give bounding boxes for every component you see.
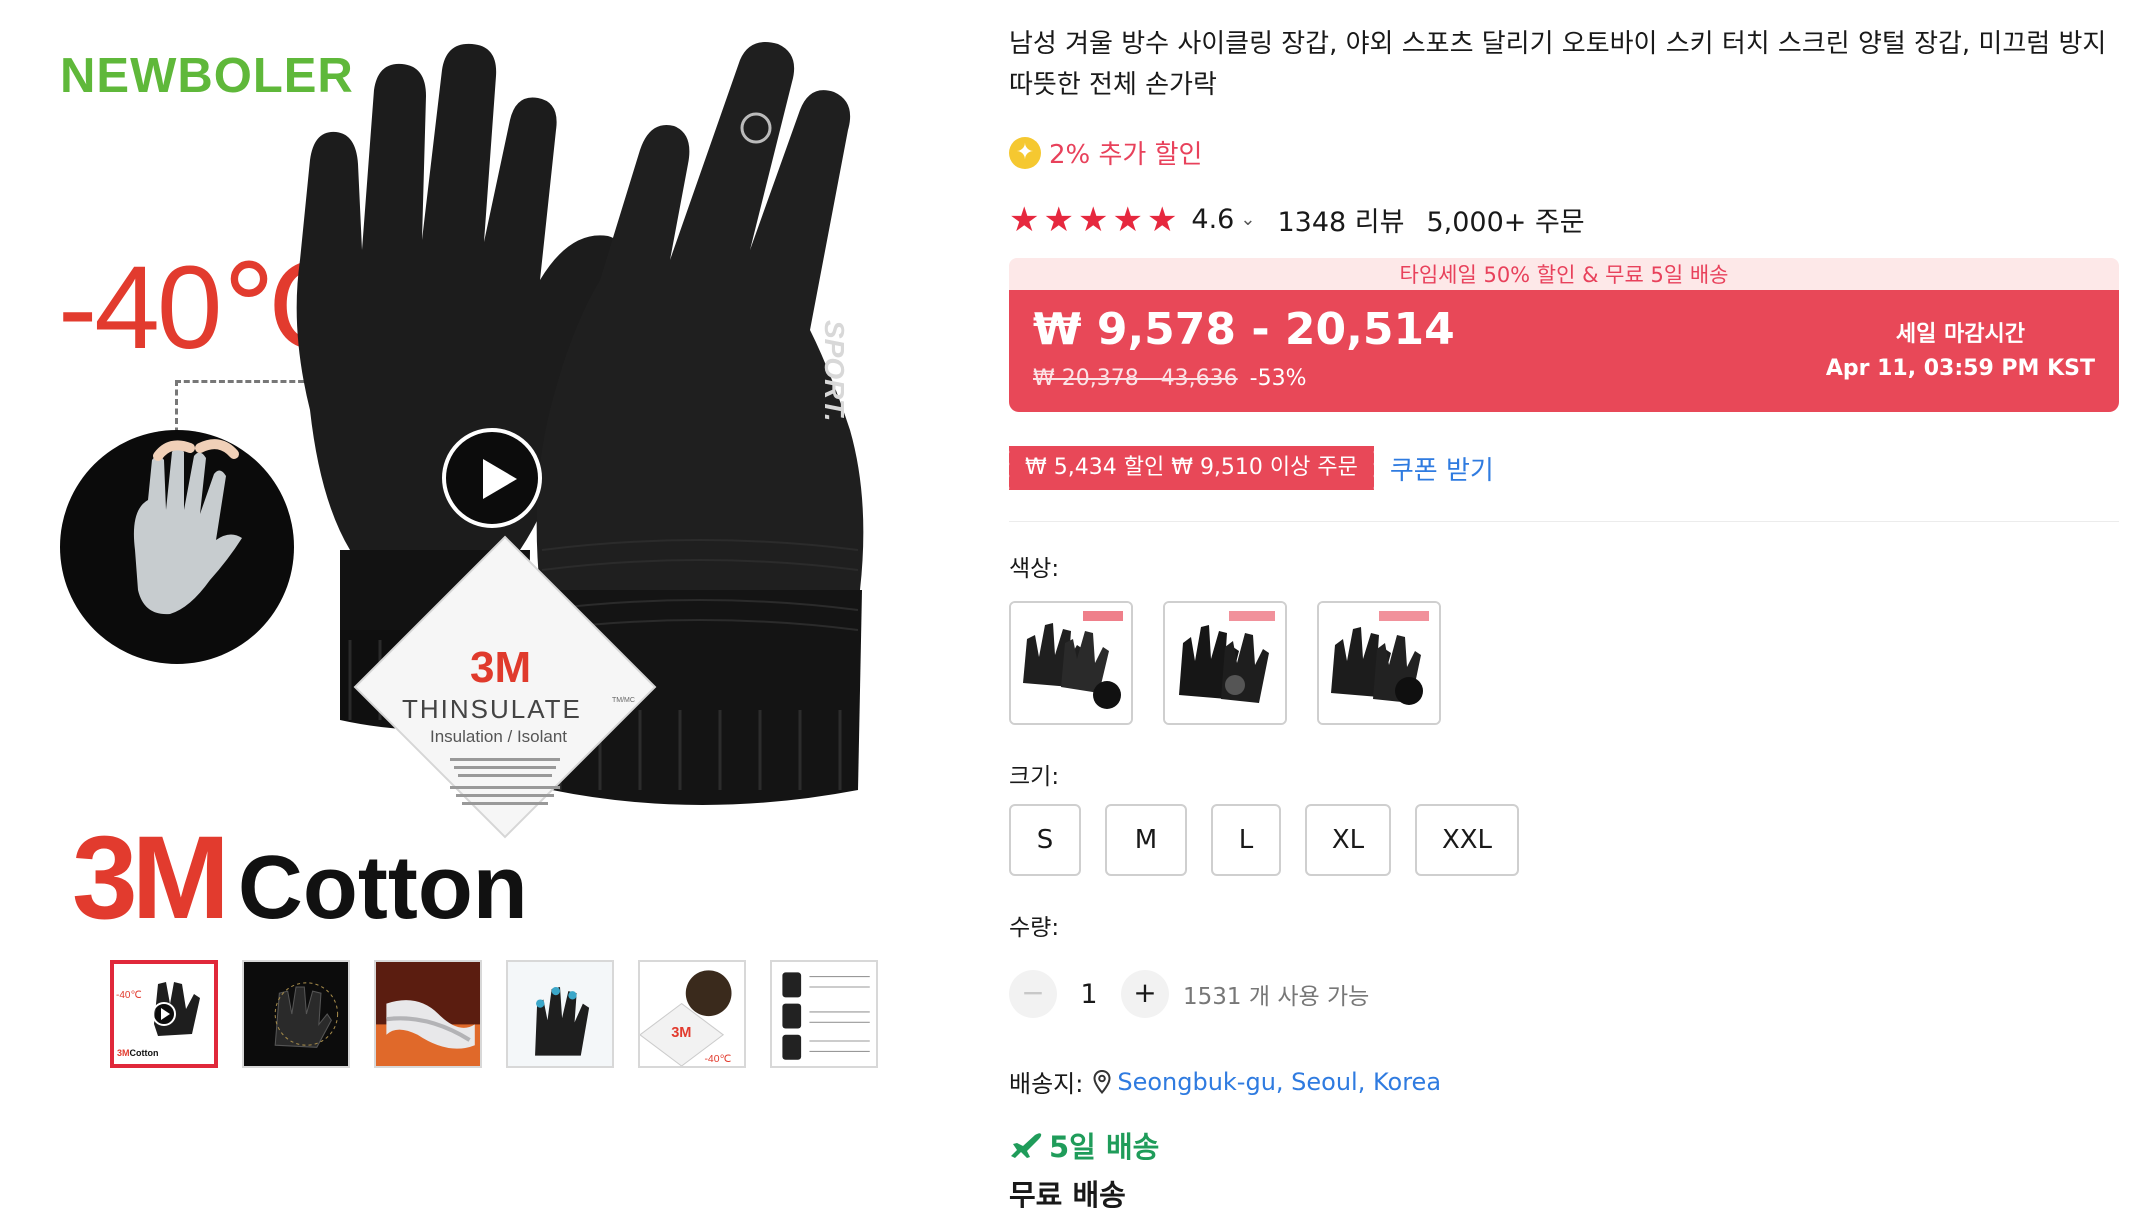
product-gallery: NEWBOLER -40℃ SPORT. 3M THINSULATE TM/MC…	[0, 0, 990, 1214]
caption-3m: 3M	[72, 812, 230, 944]
color-options	[1009, 601, 1441, 725]
size-options: S M L XL XXL	[1009, 804, 1519, 876]
star-icon: ★	[1112, 199, 1143, 240]
3m-hangtag: 3M THINSULATE TM/MC Insulation / Isolant	[353, 535, 657, 839]
sale-deadline: 세일 마감시간 Apr 11, 03:59 PM KST	[1826, 318, 2095, 386]
color-option-2[interactable]	[1163, 601, 1287, 725]
extra-discount[interactable]: ✦ 2% 추가 할인	[1009, 134, 1202, 171]
thumbnail-strip: -40℃ 3MCotton 3M -40℃	[110, 960, 878, 1068]
star-icon: ★	[1009, 199, 1040, 240]
original-price: ₩ 20,378 - 43,636	[1033, 366, 1238, 391]
rating-row: ★ ★ ★ ★ ★ 4.6 ⌄ 1348 리뷰 5,000+ 주문	[1009, 200, 1585, 239]
size-label: 크기:	[1009, 764, 1060, 790]
hangtag-product: THINSULATE	[402, 694, 582, 724]
size-option-xxl[interactable]: XXL	[1415, 804, 1519, 876]
caption-cotton: Cotton	[237, 838, 528, 938]
product-caption: 3M Cotton	[72, 810, 528, 946]
size-option-s[interactable]: S	[1009, 804, 1081, 876]
thumb-temp-label: -40℃	[704, 1054, 731, 1065]
chevron-down-icon[interactable]: ⌄	[1240, 209, 1255, 230]
main-product-image[interactable]: NEWBOLER -40℃ SPORT. 3M THINSULATE TM/MC…	[50, 30, 930, 944]
size-option-l[interactable]: L	[1211, 804, 1281, 876]
video-play-button[interactable]	[442, 428, 542, 528]
quantity-available: 1531 개 사용 가능	[1183, 984, 1370, 1010]
quantity-decrease-button[interactable]: −	[1009, 970, 1057, 1018]
free-shipping-label: 무료 배송	[1009, 1178, 1126, 1212]
hangtag-brand: 3M	[470, 643, 531, 692]
get-coupon-link[interactable]: 쿠폰 받기	[1390, 450, 1494, 487]
color-label: 색상:	[1009, 556, 1060, 582]
thumbnail-3[interactable]	[374, 960, 482, 1068]
price-box: ₩ 9,578 - 20,514 ₩ 20,378 - 43,636 -53% 세…	[1009, 290, 2119, 412]
shipping-label: 배송지:	[1009, 1070, 1084, 1098]
thumb-caption: 3MCotton	[117, 1048, 159, 1058]
original-price-row: ₩ 20,378 - 43,636 -53%	[1033, 366, 1306, 391]
delivery-time-label: 5일 배송	[1049, 1130, 1160, 1164]
quantity-stepper: − 1 + 1531 개 사용 가능	[1009, 970, 1369, 1018]
size-option-xl[interactable]: XL	[1305, 804, 1391, 876]
coupon-badge[interactable]: ₩ 5,434 할인 ₩ 9,510 이상 주문	[1005, 446, 1378, 490]
product-title: 남성 겨울 방수 사이클링 장갑, 야외 스포츠 달리기 오토바이 스키 터치 …	[1009, 29, 2107, 100]
airplane-icon	[1011, 1133, 1042, 1158]
star-icon: ★	[1043, 199, 1074, 240]
thumb-temp-label: -40℃	[116, 990, 142, 1001]
rating-value[interactable]: 4.6	[1191, 204, 1234, 235]
thumbnail-2[interactable]	[242, 960, 350, 1068]
thumb-hangtag-brand: 3M	[671, 1025, 691, 1041]
quantity-label: 수량:	[1009, 915, 1060, 941]
hangtag-subtitle: Insulation / Isolant	[430, 727, 567, 746]
glove-print-text: SPORT.	[819, 320, 850, 422]
promo-banner: 타임세일 50% 할인 & 무료 5일 배송	[1009, 258, 2119, 292]
extra-discount-label: 2% 추가 할인	[1049, 140, 1203, 170]
liner-inset-image	[60, 430, 294, 664]
thumbnail-6[interactable]	[770, 960, 878, 1068]
shipping-destination: 배송지: Seongbuk-gu, Seoul, Korea	[1009, 1064, 1441, 1099]
order-count: 5,000+ 주문	[1426, 207, 1585, 238]
divider	[1009, 521, 2119, 522]
thumbnail-1[interactable]: -40℃ 3MCotton	[110, 960, 218, 1068]
review-count[interactable]: 1348 리뷰	[1277, 200, 1404, 239]
star-icon: ★	[1077, 199, 1109, 240]
coin-icon: ✦	[1009, 136, 1041, 169]
thumbnail-5[interactable]: 3M -40℃	[638, 960, 746, 1068]
quantity-value[interactable]: 1	[1057, 979, 1121, 1010]
sale-price: ₩ 9,578 - 20,514	[1033, 304, 1455, 355]
color-option-3[interactable]	[1317, 601, 1441, 725]
quantity-increase-button[interactable]: +	[1121, 970, 1169, 1018]
location-pin-icon	[1093, 1069, 1111, 1094]
color-option-1[interactable]	[1009, 601, 1133, 725]
rating-stars: ★ ★ ★ ★ ★	[1009, 203, 1177, 237]
shipping-address-link[interactable]: Seongbuk-gu, Seoul, Korea	[1117, 1068, 1441, 1096]
coupon-row: ₩ 5,434 할인 ₩ 9,510 이상 주문 쿠폰 받기	[1005, 446, 1494, 490]
star-icon: ★	[1146, 199, 1178, 240]
thumbnail-4[interactable]	[506, 960, 614, 1068]
deadline-label: 세일 마감시간	[1895, 322, 2025, 347]
discount-percent: -53%	[1249, 366, 1307, 391]
hangtag-tm: TM/MC	[612, 697, 635, 704]
deadline-time: Apr 11, 03:59 PM KST	[1825, 356, 2095, 381]
size-option-m[interactable]: M	[1105, 804, 1187, 876]
delivery-time: 5일 배송	[1009, 1124, 1159, 1166]
